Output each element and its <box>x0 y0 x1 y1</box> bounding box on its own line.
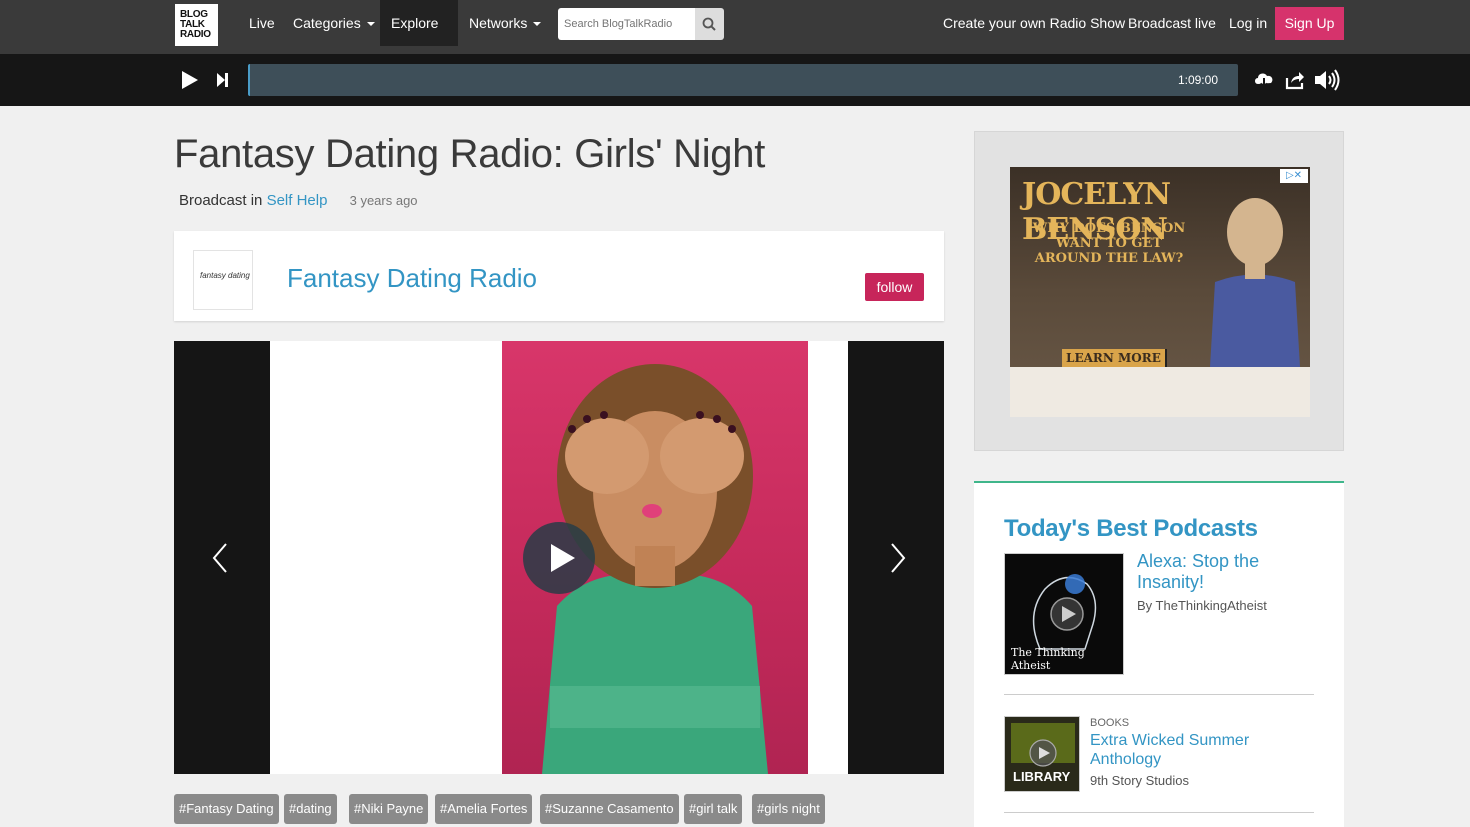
podcast-thumb-text: The Thinking Atheist <box>1011 646 1085 672</box>
podcast-thumb-text: LIBRARY <box>1013 769 1071 784</box>
broadcast-prefix: Broadcast in <box>179 192 263 209</box>
chevron-down-icon <box>366 22 375 27</box>
episode-title: Fantasy Dating Radio: Girls' Night <box>174 132 766 176</box>
login-link[interactable]: Log in <box>1229 0 1267 46</box>
tag-item[interactable]: #girls night <box>752 794 825 824</box>
episode-image-carousel <box>174 341 944 774</box>
show-card: fantasy dating Fantasy Dating Radio foll… <box>174 231 944 321</box>
skip-forward-icon[interactable] <box>216 72 230 88</box>
episode-play-button[interactable] <box>523 522 595 594</box>
nav-networks[interactable]: Networks <box>458 0 552 46</box>
divider <box>1004 694 1314 695</box>
audio-player: 1:09:00 <box>0 54 1470 106</box>
signup-button[interactable]: Sign Up <box>1275 7 1344 40</box>
show-thumbnail-text: fantasy dating <box>200 271 250 280</box>
tag-item[interactable]: #girl talk <box>684 794 743 824</box>
blogtalkradio-logo[interactable]: BLOG TALK RADIO <box>175 4 218 46</box>
nav-explore[interactable]: Explore <box>380 0 458 73</box>
show-thumbnail[interactable]: fantasy dating <box>193 250 253 310</box>
follow-button[interactable]: follow <box>865 273 924 301</box>
podcast-title-link[interactable]: Alexa: Stop the Insanity! <box>1137 551 1307 593</box>
carousel-prev-icon[interactable] <box>206 541 236 575</box>
chevron-down-icon <box>533 22 542 27</box>
tag-item[interactable]: #Amelia Fortes <box>435 794 533 824</box>
ad-learn-more-button[interactable]: LEARN MORE <box>1062 349 1167 367</box>
tag-item[interactable]: #Fantasy Dating <box>174 794 279 824</box>
podcast-author: 9th Story Studios <box>1090 773 1189 788</box>
create-radio-show-link[interactable]: Create your own Radio Show <box>943 0 1125 46</box>
share-icon[interactable] <box>1285 70 1305 90</box>
ad-choices-close-icon[interactable]: ▷✕ <box>1280 169 1308 183</box>
episode-meta: Broadcast in Self Help 3 years ago <box>179 192 418 209</box>
podcast-thumbnail[interactable]: The Thinking Atheist <box>1004 553 1124 675</box>
duration-label: 1:09:00 <box>1177 73 1218 87</box>
nav-live-label: Live <box>249 15 275 31</box>
show-name-link[interactable]: Fantasy Dating Radio <box>287 263 537 294</box>
logo-line-3: RADIO <box>180 29 211 40</box>
ad-desk-graphic <box>1010 367 1310 417</box>
volume-icon[interactable] <box>1314 69 1342 91</box>
divider <box>1004 812 1314 813</box>
nav-networks-label: Networks <box>469 15 528 31</box>
podcast-thumbnail[interactable]: LIBRARY <box>1004 716 1080 792</box>
podcast-title-link[interactable]: Extra Wicked Summer Anthology <box>1090 731 1290 769</box>
carousel-next-icon[interactable] <box>882 541 912 575</box>
search-icon <box>702 17 716 31</box>
broadcast-live-link[interactable]: Broadcast live <box>1128 0 1216 46</box>
progress-bar[interactable]: 1:09:00 <box>248 64 1238 96</box>
play-icon <box>551 544 575 572</box>
nav-explore-label: Explore <box>391 15 439 31</box>
tag-item[interactable]: #Niki Payne <box>349 794 429 824</box>
top-navbar: BLOG TALK RADIO Live Categories Explore … <box>0 0 1470 73</box>
podcasts-heading: Today's Best Podcasts <box>1004 515 1258 542</box>
todays-best-podcasts-panel: Today's Best Podcasts The Thinking Athei… <box>974 481 1344 827</box>
advertisement-container: JOCELYN BENSON WHY DOES BENSON WANT TO G… <box>974 131 1344 451</box>
tag-item[interactable]: #dating <box>284 794 337 824</box>
play-icon[interactable] <box>180 70 200 90</box>
nav-categories-label: Categories <box>293 15 361 31</box>
episode-age: 3 years ago <box>349 193 418 208</box>
podcast-author: By TheThinkingAtheist <box>1137 598 1267 613</box>
advertisement[interactable]: JOCELYN BENSON WHY DOES BENSON WANT TO G… <box>1010 167 1310 417</box>
search-input[interactable] <box>558 8 696 40</box>
ad-subheadline: WHY DOES BENSON WANT TO GET AROUND THE L… <box>1032 221 1186 266</box>
category-link[interactable]: Self Help <box>267 192 328 209</box>
tag-item[interactable]: #Suzanne Casamento <box>540 794 679 824</box>
nav-categories[interactable]: Categories <box>282 0 386 46</box>
download-cloud-icon[interactable] <box>1253 70 1275 90</box>
podcast-category: BOOKS <box>1090 717 1130 729</box>
search-button[interactable] <box>695 8 724 40</box>
nav-live[interactable]: Live <box>238 0 286 46</box>
